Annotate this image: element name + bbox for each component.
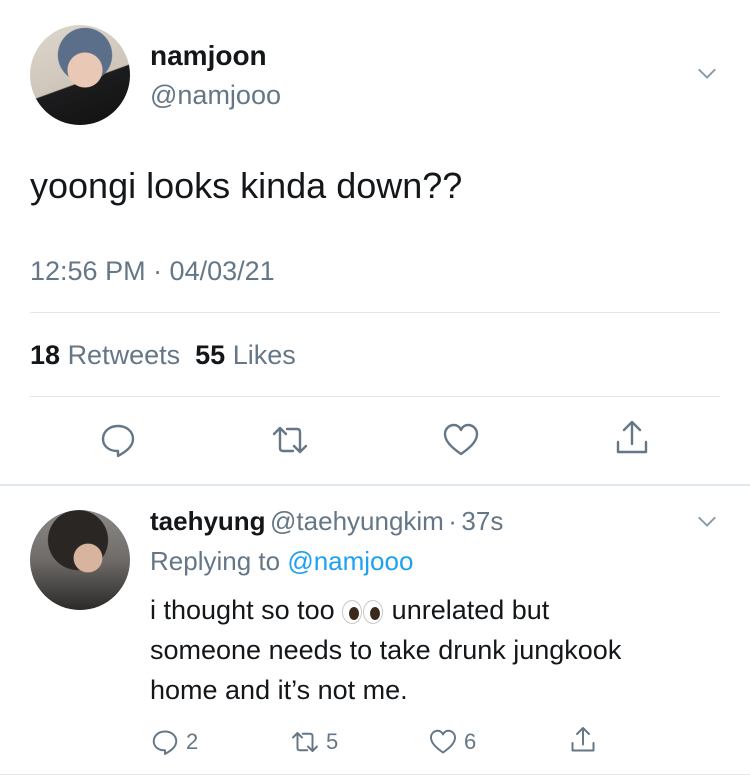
retweet-icon bbox=[272, 426, 308, 454]
author-display-name[interactable]: namjoon bbox=[150, 40, 267, 72]
reply-count: 2 bbox=[186, 729, 199, 754]
divider bbox=[30, 396, 720, 397]
replying-to: Replying to @namjooo bbox=[150, 546, 414, 576]
reply-author-display-name[interactable]: taehyung bbox=[150, 506, 266, 536]
reply-retweet-button[interactable]: 5 bbox=[290, 727, 338, 757]
reply-button[interactable] bbox=[98, 420, 138, 460]
tweet-timestamp[interactable]: 12:56 PM · 04/03/21 bbox=[30, 256, 275, 287]
eyes-emoji bbox=[342, 599, 384, 624]
chevron-down-icon[interactable] bbox=[696, 510, 718, 532]
retweet-button[interactable] bbox=[270, 420, 310, 460]
reply-header: taehyung @taehyungkim · 37s bbox=[150, 506, 503, 537]
like-count: 6 bbox=[464, 729, 477, 754]
heart-icon bbox=[443, 423, 479, 456]
reply-like-button[interactable]: 6 bbox=[428, 727, 476, 757]
reply-time-ago[interactable]: 37s bbox=[461, 506, 503, 536]
retweet-count: 5 bbox=[326, 729, 339, 754]
tweet-text: yoongi looks kinda down?? bbox=[30, 165, 463, 206]
author-handle[interactable]: @namjooo bbox=[150, 80, 281, 111]
divider bbox=[0, 484, 750, 486]
retweets-stat[interactable]: 18 Retweets bbox=[30, 340, 180, 370]
share-button[interactable] bbox=[612, 418, 652, 458]
author-avatar[interactable] bbox=[30, 25, 130, 125]
tweet-stats: 18 Retweets 55 Likes bbox=[30, 340, 296, 371]
reply-author-avatar[interactable] bbox=[30, 510, 130, 610]
divider bbox=[0, 774, 750, 775]
replying-to-handle-link[interactable]: @namjooo bbox=[287, 546, 413, 576]
comment-icon bbox=[101, 424, 135, 458]
reply-text: i thought so too unrelated but someone n… bbox=[150, 595, 622, 705]
reply-share-button[interactable] bbox=[568, 725, 598, 755]
reply-author-handle[interactable]: @taehyungkim bbox=[270, 506, 444, 536]
comment-icon bbox=[152, 730, 178, 755]
divider bbox=[30, 312, 720, 313]
chevron-down-icon[interactable] bbox=[696, 62, 718, 84]
share-icon bbox=[571, 727, 595, 752]
like-button[interactable] bbox=[441, 420, 481, 460]
likes-stat[interactable]: 55 Likes bbox=[195, 340, 296, 370]
retweet-icon bbox=[292, 732, 318, 752]
heart-icon bbox=[430, 729, 456, 754]
reply-reply-button[interactable]: 2 bbox=[150, 727, 198, 757]
meta-separator: · bbox=[448, 506, 457, 536]
share-icon bbox=[616, 420, 648, 454]
